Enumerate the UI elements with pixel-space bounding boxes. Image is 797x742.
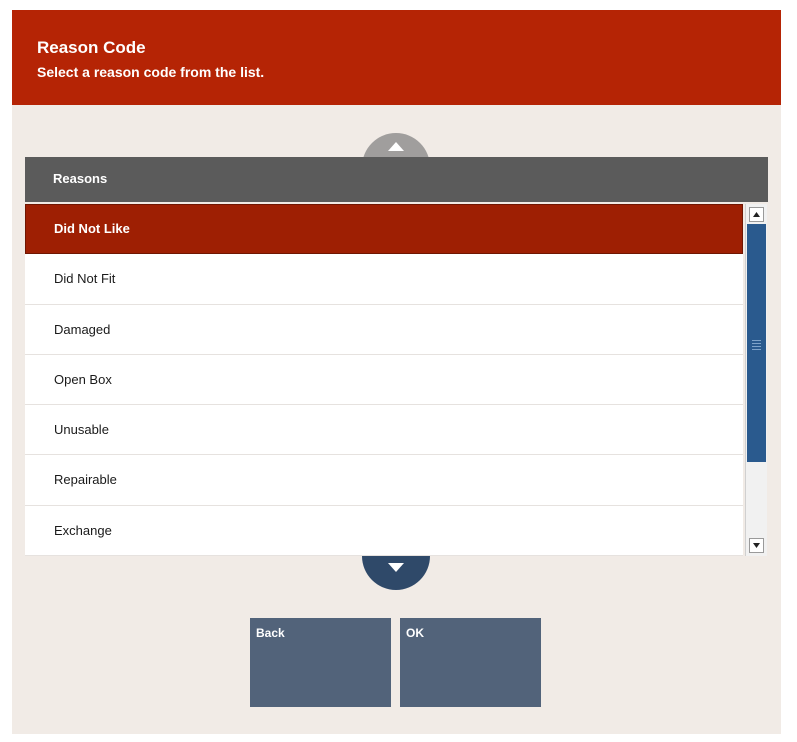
column-header-label: Reasons <box>53 171 108 186</box>
scrollbar-thumb[interactable] <box>747 224 766 462</box>
list-scrollbar[interactable] <box>745 204 767 556</box>
list-item[interactable]: Did Not Like <box>25 204 743 255</box>
scrollbar-up-arrow-icon <box>753 212 760 217</box>
list-item-label: Unusable <box>54 422 109 438</box>
ok-button[interactable]: OK <box>400 618 541 707</box>
triangle-up-icon <box>388 142 404 151</box>
list-item[interactable]: Repairable <box>25 455 743 506</box>
back-button[interactable]: Back <box>250 618 391 707</box>
ok-button-label: OK <box>406 626 424 640</box>
list-item-label: Did Not Like <box>54 221 130 236</box>
list-item[interactable]: Damaged <box>25 304 743 355</box>
dialog-title: Reason Code <box>37 38 146 57</box>
list-column-header: Reasons <box>25 157 768 204</box>
list-item[interactable]: Exchange <box>25 505 743 556</box>
list-item-label: Exchange <box>54 522 112 538</box>
back-button-label: Back <box>256 626 285 640</box>
list-item[interactable]: Did Not Fit <box>25 254 743 305</box>
scrollbar-down-arrow[interactable] <box>749 538 764 553</box>
list-item-label: Did Not Fit <box>54 271 116 287</box>
list-item-label: Open Box <box>54 371 112 387</box>
list-item[interactable]: Unusable <box>25 405 743 456</box>
triangle-down-icon <box>388 563 404 572</box>
scrollbar-grip-icon <box>752 340 761 341</box>
scrollbar-up-arrow[interactable] <box>749 207 764 222</box>
list-item-label: Damaged <box>54 321 111 337</box>
list-item[interactable]: Open Box <box>25 354 743 406</box>
reason-list: Did Not Like Did Not Fit Damaged Open Box Un… <box>25 204 743 556</box>
dialog-header: Reason Code Select a reason code from th… <box>12 10 781 105</box>
scrollbar-down-arrow-icon <box>753 543 760 548</box>
dialog-subtitle: Select a reason code from the list. <box>37 64 265 80</box>
list-item-label: Repairable <box>54 472 117 488</box>
